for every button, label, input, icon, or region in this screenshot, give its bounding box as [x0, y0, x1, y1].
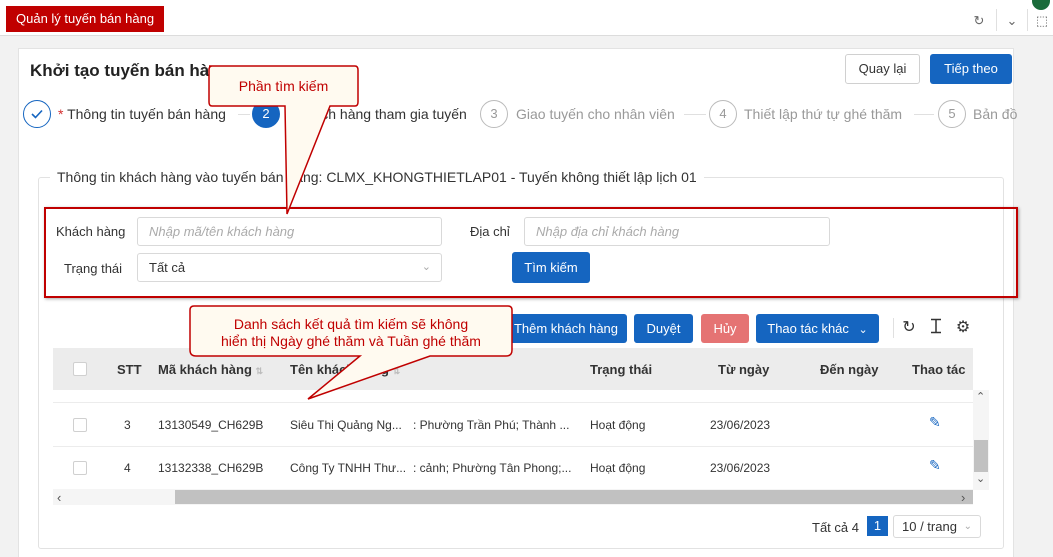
result-callout-text: Danh sách kết quả tìm kiếm sẽ không hiển…	[190, 316, 512, 350]
result-callout-line-2: hiển thị Ngày ghé thăm và Tuần ghé thăm	[221, 333, 481, 349]
result-callout-line-1: Danh sách kết quả tìm kiếm sẽ không	[233, 316, 469, 332]
search-callout-text: Phần tìm kiếm	[238, 78, 329, 94]
callout-overlay	[189, 65, 513, 400]
